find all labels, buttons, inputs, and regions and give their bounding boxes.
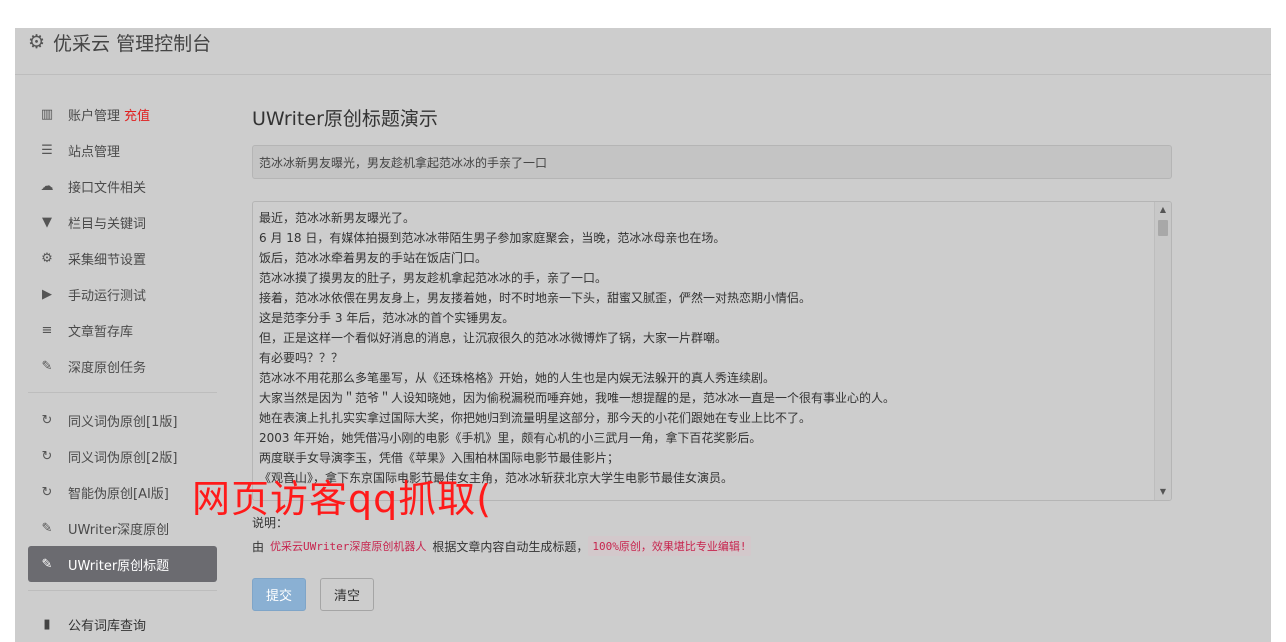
server-icon: ☰ <box>41 142 53 158</box>
sidebar-item-label: 公有词库查询 <box>68 618 147 634</box>
content-line: 她在表演上扎扎实实拿过国际大奖，你把她归到流量明星这部分，那今天的小花们跟她在专… <box>259 411 812 425</box>
sidebar-item-collect-settings[interactable]: ⚙ 采集细节设置 <box>28 240 217 276</box>
refresh-icon: ↻ <box>41 484 53 500</box>
note-text: 由 优采云UWriter深度原创机器人 根据文章内容自动生成标题， 100%原创… <box>252 536 751 556</box>
sidebar-item-columns-keywords[interactable]: ▼ 栏目与关键词 <box>28 204 217 240</box>
sidebar-item-smart-ai[interactable]: ↻ 智能伪原创[AI版] <box>28 474 217 510</box>
content-line: 2003 年开始，她凭借冯小刚的电影《手机》里，颇有心机的小三武月一角，拿下百花… <box>259 431 762 445</box>
sidebar-item-label: 站点管理 <box>68 144 121 160</box>
sidebar-divider <box>28 392 217 393</box>
database-icon: ≡ <box>41 322 53 338</box>
refresh-icon: ↻ <box>41 448 53 464</box>
sidebar-item-synonym-v1[interactable]: ↻ 同义词伪原创[1版] <box>28 402 217 438</box>
sidebar: ▥ 账户管理 充值 ☰ 站点管理 ☁ 接口文件相关 ▼ 栏目与关键词 ⚙ 采集细… <box>28 96 217 600</box>
sidebar-item-label: 栏目与关键词 <box>68 216 147 232</box>
title-output-field[interactable] <box>252 145 1172 179</box>
content-line: 6 月 18 日，有媒体拍摄到范冰冰带陌生男子参加家庭聚会，当晚，范冰冰母亲也在… <box>259 231 726 245</box>
sidebar-item-uwriter-title[interactable]: ✎ UWriter原创标题 <box>28 546 217 582</box>
refresh-icon: ↻ <box>41 412 53 428</box>
sidebar-item-label: 接口文件相关 <box>68 180 147 196</box>
content-line: 饭后，范冰冰牵着男友的手站在饭店门口。 <box>259 251 488 265</box>
submit-button[interactable]: 提交 <box>252 578 306 611</box>
content-line: 但，正是这样一个看似好消息的消息，让沉寂很久的范冰冰微博炸了锅，大家一片群嘲。 <box>259 331 728 345</box>
content-line: 大家当然是因为＂范爷＂人设知晓她，因为偷税漏税而唾弃她，我唯一想提醒的是，范冰冰… <box>259 391 896 405</box>
content-line: 有必要吗？？？ <box>259 351 344 365</box>
sidebar-item-label: 手动运行测试 <box>68 288 147 304</box>
clear-button[interactable]: 清空 <box>320 578 374 611</box>
sidebar-item-manual-test[interactable]: ▶ 手动运行测试 <box>28 276 217 312</box>
play-circle-icon: ▶ <box>42 286 52 302</box>
article-text: 最近，范冰冰新男友曝光了。 6 月 18 日，有媒体拍摄到范冰冰带陌生男子参加家… <box>253 202 1171 488</box>
content-line: 这是范李分手 3 年后，范冰冰的首个实锤男友。 <box>259 311 515 325</box>
content-line: 两度联手女导演李玉，凭借《苹果》入围柏林国际电影节最佳影片； <box>259 451 620 465</box>
sidebar-item-uwriter-deep[interactable]: ✎ UWriter深度原创 <box>28 510 217 546</box>
note-highlight: 100%原创，效果堪比专业编辑! <box>588 536 751 556</box>
content-line: 范冰冰不用花那么多笔墨写，从《还珠格格》开始，她的人生也是内娱无法躲开的真人秀连… <box>259 371 776 385</box>
sidebar-item-sites[interactable]: ☰ 站点管理 <box>28 132 217 168</box>
content-line: 最近，范冰冰新男友曝光了。 <box>259 211 416 225</box>
article-content-textarea[interactable]: 最近，范冰冰新男友曝光了。 6 月 18 日，有媒体拍摄到范冰冰带陌生男子参加家… <box>252 201 1172 501</box>
watermark-overlay-text: 网页访客qq抓取( <box>192 477 493 521</box>
vertical-scrollbar[interactable]: ▲ ▼ <box>1154 202 1171 500</box>
content-line: 范冰冰摸了摸男友的肚子，男友趁机拿起范冰冰的手，亲了一口。 <box>259 271 608 285</box>
scroll-down-arrow-icon[interactable]: ▼ <box>1155 484 1171 500</box>
header-bar: ⚙ 优采云 管理控制台 <box>15 28 1271 75</box>
bar-chart-icon: ▥ <box>40 106 54 122</box>
sidebar-item-label: 采集细节设置 <box>68 252 147 268</box>
sidebar-item-label: 账户管理 <box>68 108 121 124</box>
sidebar-divider <box>28 590 217 591</box>
edit-icon: ✎ <box>41 358 53 374</box>
app-title: 优采云 管理控制台 <box>53 32 212 55</box>
content-line: 接着，范冰冰依偎在男友身上，男友搂着她，时不时地亲一下头，甜蜜又腻歪，俨然一对热… <box>259 291 812 305</box>
sidebar-item-label: 同义词伪原创[2版] <box>68 450 178 466</box>
note-robot-name: 优采云UWriter深度原创机器人 <box>270 540 427 553</box>
sidebar-item-label: 深度原创任务 <box>68 360 147 376</box>
sidebar-item-interface-files[interactable]: ☁ 接口文件相关 <box>28 168 217 204</box>
sidebar-item-public-lexicon[interactable]: ▮ 公有词库查询 <box>38 612 146 636</box>
scrollbar-thumb[interactable] <box>1158 220 1168 236</box>
sidebar-item-account[interactable]: ▥ 账户管理 充值 <box>28 96 217 132</box>
main-content: UWriter原创标题演示 最近，范冰冰新男友曝光了。 6 月 18 日，有媒体… <box>252 104 1172 611</box>
brand[interactable]: ⚙ 优采云 管理控制台 <box>28 24 211 60</box>
sidebar-item-synonym-v2[interactable]: ↻ 同义词伪原创[2版] <box>28 438 217 474</box>
scroll-up-arrow-icon[interactable]: ▲ <box>1155 202 1171 218</box>
edit-icon: ✎ <box>41 556 53 572</box>
sidebar-item-label: 文章暂存库 <box>68 324 134 340</box>
sidebar-item-label: 智能伪原创[AI版] <box>68 486 169 502</box>
edit-icon: ✎ <box>41 520 53 536</box>
book-icon: ▮ <box>43 616 51 632</box>
sidebar-item-label: UWriter深度原创 <box>68 522 170 538</box>
sidebar-item-article-store[interactable]: ≡ 文章暂存库 <box>28 312 217 348</box>
note-middle: 根据文章内容自动生成标题， <box>432 539 589 554</box>
page-title: UWriter原创标题演示 <box>252 108 438 130</box>
sidebar-item-label: 同义词伪原创[1版] <box>68 414 178 430</box>
cloud-upload-icon: ☁ <box>40 178 54 194</box>
note-prefix: 由 <box>252 539 265 554</box>
gear-icon: ⚙ <box>28 30 46 53</box>
filter-icon: ▼ <box>42 214 52 230</box>
recharge-link[interactable]: 充值 <box>124 105 150 124</box>
cogs-icon: ⚙ <box>41 250 53 266</box>
sidebar-item-label: UWriter原创标题 <box>68 558 170 574</box>
sidebar-item-deep-original-task[interactable]: ✎ 深度原创任务 <box>28 348 217 384</box>
